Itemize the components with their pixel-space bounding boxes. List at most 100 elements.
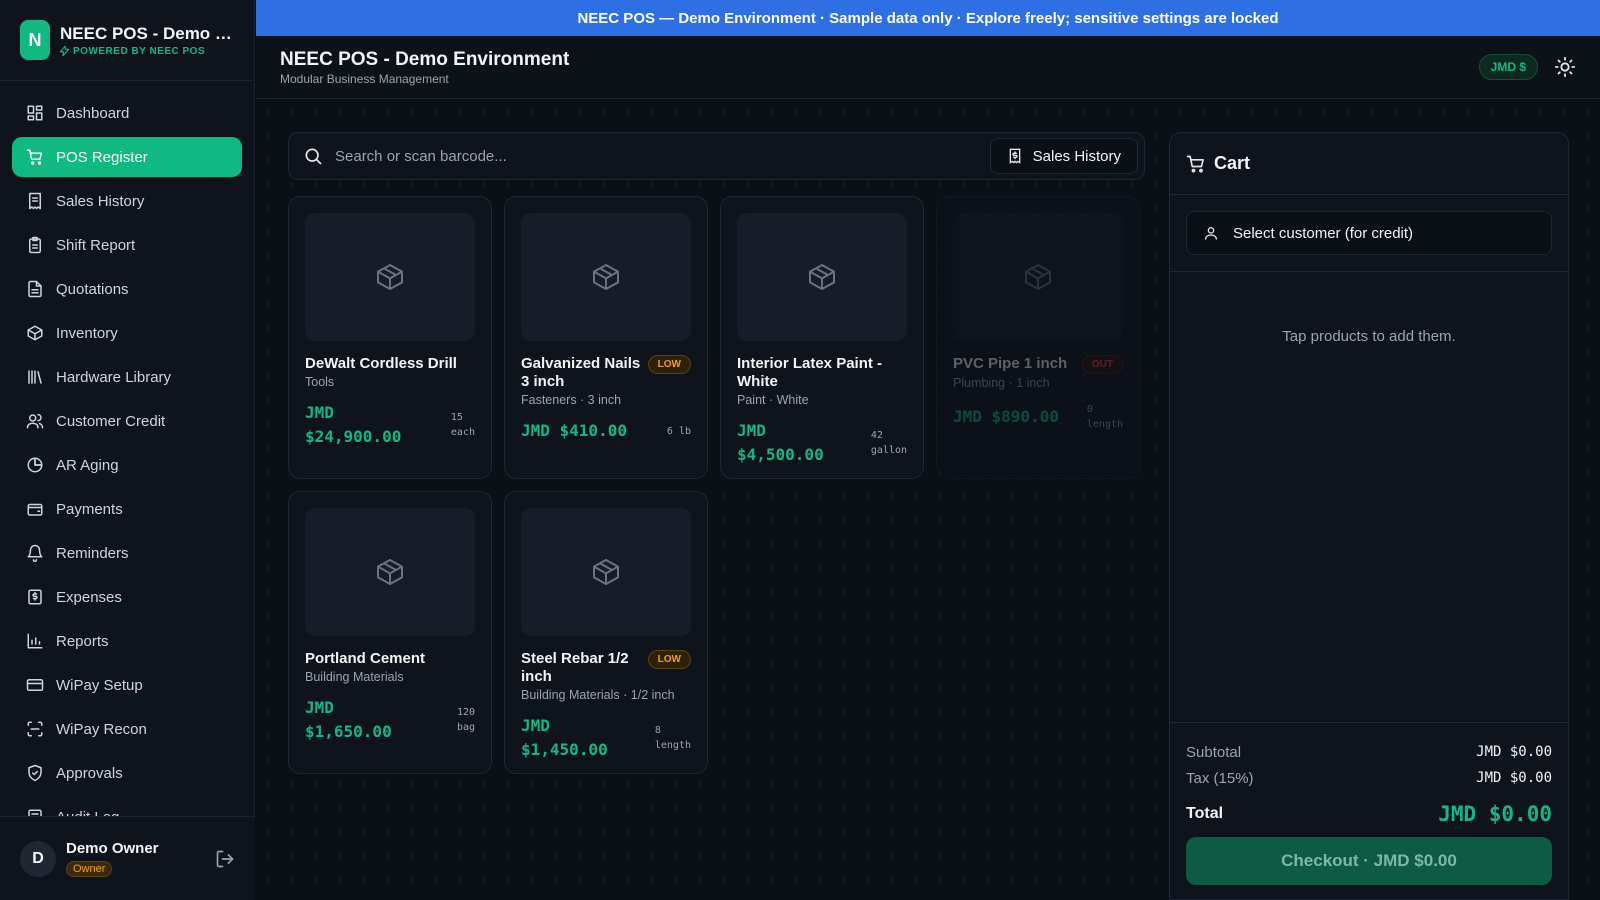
- package-icon: [809, 264, 835, 290]
- package-icon: [26, 324, 44, 342]
- sidebar: N NEEC POS - Demo Environment POWERED BY…: [0, 0, 255, 900]
- product-card[interactable]: Steel Rebar 1/2 inch LOW Building Material…: [504, 491, 708, 774]
- package-icon: [1025, 264, 1051, 290]
- library-icon: [26, 368, 44, 386]
- pie-chart-icon: [26, 456, 44, 474]
- product-price: JMD $1,450.00: [521, 716, 608, 759]
- sidebar-item-dashboard[interactable]: Dashboard: [12, 93, 242, 133]
- document-icon: [26, 280, 44, 298]
- product-name: Interior Latex Paint - White: [737, 355, 883, 390]
- product-category: Building Materials · 1/2 inch: [521, 688, 675, 702]
- tax-label: Tax (15%): [1186, 769, 1254, 787]
- product-card[interactable]: Portland Cement Building Materials JMD $1,6…: [288, 491, 492, 774]
- product-card[interactable]: DeWalt Cordless Drill Tools JMD $24,900.00 1…: [288, 196, 492, 479]
- cart-panel: Cart Select customer (for credit) Tap pr…: [1169, 132, 1569, 900]
- subtotal-label: Subtotal: [1186, 743, 1242, 761]
- sidebar-item-label: WiPay Setup: [56, 676, 143, 694]
- sidebar-item-reminders[interactable]: Reminders: [12, 533, 242, 573]
- product-card[interactable]: PVC Pipe 1 inch OUT Plumbing · 1 inch JMD $…: [936, 196, 1140, 479]
- sidebar-item-customer-credit[interactable]: Customer Credit: [12, 401, 242, 441]
- sidebar-item-shift-report[interactable]: Shift Report: [12, 225, 242, 265]
- receipt-icon: [26, 192, 44, 210]
- stock-badge: LOW: [647, 355, 691, 374]
- header: NEEC POS - Demo Environment Modular Busi…: [256, 36, 1600, 99]
- credit-card-icon: [26, 676, 44, 694]
- sidebar-item-payments[interactable]: Payments: [12, 489, 242, 529]
- users-icon: [26, 412, 44, 430]
- brand[interactable]: N NEEC POS - Demo Environment POWERED BY…: [0, 0, 254, 81]
- demo-banner: NEEC POS — Demo Environment · Sample dat…: [256, 0, 1600, 36]
- brand-title: NEEC POS - Demo Environment: [60, 23, 232, 43]
- sales-history-button[interactable]: Sales History: [989, 138, 1138, 174]
- avatar[interactable]: D: [20, 840, 56, 877]
- sun-icon[interactable]: [1554, 56, 1576, 78]
- product-name: DeWalt Cordless Drill: [305, 355, 457, 372]
- bar-chart-icon: [26, 632, 44, 650]
- sidebar-item-label: Sales History: [56, 192, 145, 210]
- page-subtitle: Modular Business Management: [280, 71, 449, 86]
- user-icon: [1205, 227, 1217, 240]
- tax-value: JMD $0.00: [1476, 770, 1552, 786]
- receipt-icon: [1009, 148, 1020, 164]
- product-category: Tools: [305, 375, 335, 389]
- select-customer-button[interactable]: Select customer (for credit): [1186, 211, 1552, 255]
- sidebar-item-label: Reports: [56, 632, 109, 650]
- search-bar: Sales History: [288, 132, 1145, 180]
- sidebar-item-sales-history[interactable]: Sales History: [12, 181, 242, 221]
- sidebar-nav: Dashboard POS Register Sales History Shift …: [0, 81, 254, 816]
- product-category: Fasteners · 3 inch: [521, 393, 622, 407]
- sidebar-item-label: Quotations: [56, 280, 129, 298]
- product-card[interactable]: Galvanized Nails 3 inch LOW Fasteners · 3 …: [504, 196, 708, 479]
- product-card[interactable]: Interior Latex Paint - White Paint · Whit…: [720, 196, 924, 479]
- bell-icon: [26, 544, 44, 562]
- product-stock-qty: 42 gallon: [870, 430, 907, 456]
- clipboard-icon: [26, 236, 44, 254]
- lightning-icon: [60, 46, 69, 56]
- product-price: JMD $1,650.00: [305, 698, 392, 741]
- cart-empty-message: Tap products to add them.: [1282, 328, 1456, 345]
- product-image-placeholder: [305, 508, 475, 636]
- checkout-button[interactable]: Checkout · JMD $0.00: [1186, 837, 1552, 885]
- cart-title: Cart: [1214, 153, 1251, 173]
- subtotal-value: JMD $0.00: [1476, 744, 1552, 760]
- search-input[interactable]: [335, 147, 990, 165]
- product-category: Paint · White: [737, 393, 809, 407]
- total-label: Total: [1186, 805, 1224, 822]
- dashboard-icon: [26, 104, 44, 122]
- currency-badge[interactable]: JMD $: [1478, 54, 1538, 80]
- sidebar-item-wipay-recon[interactable]: WiPay Recon: [12, 709, 242, 749]
- dollar-receipt-icon: [26, 588, 44, 606]
- search-icon: [305, 148, 322, 165]
- sidebar-item-hardware-library[interactable]: Hardware Library: [12, 357, 242, 397]
- sidebar-item-inventory[interactable]: Inventory: [12, 313, 242, 353]
- product-stock-qty: 120 bag: [456, 707, 475, 733]
- sidebar-item-audit-log[interactable]: Audit Log: [12, 797, 242, 816]
- sidebar-item-quotations[interactable]: Quotations: [12, 269, 242, 309]
- sidebar-item-expenses[interactable]: Expenses: [12, 577, 242, 617]
- stock-badge: LOW: [647, 650, 691, 669]
- logout-icon[interactable]: [215, 849, 235, 869]
- brand-logo: N: [20, 20, 50, 60]
- sidebar-item-label: Shift Report: [56, 236, 136, 254]
- sidebar-item-ar-aging[interactable]: AR Aging: [12, 445, 242, 485]
- package-icon: [377, 264, 403, 290]
- sidebar-item-label: Dashboard: [56, 104, 130, 122]
- sidebar-item-label: Audit Log: [56, 809, 119, 817]
- package-icon: [593, 264, 619, 290]
- sidebar-item-pos-register[interactable]: POS Register: [12, 137, 242, 177]
- package-icon: [593, 559, 619, 585]
- product-name: PVC Pipe 1 inch: [953, 355, 1068, 372]
- sidebar-item-approvals[interactable]: Approvals: [12, 753, 242, 793]
- product-category: Plumbing · 1 inch: [953, 376, 1050, 390]
- product-name: Portland Cement: [305, 650, 426, 667]
- sidebar-item-reports[interactable]: Reports: [12, 621, 242, 661]
- product-image-placeholder: [953, 213, 1123, 341]
- sidebar-item-label: WiPay Recon: [56, 720, 147, 738]
- product-grid: DeWalt Cordless Drill Tools JMD $24,900.00 1…: [288, 196, 1145, 774]
- sidebar-item-label: Customer Credit: [56, 412, 166, 430]
- product-price: JMD $890.00: [953, 407, 1059, 426]
- page-title: NEEC POS - Demo Environment: [280, 48, 570, 70]
- product-image-placeholder: [521, 508, 691, 636]
- cart-icon: [26, 148, 44, 166]
- sidebar-item-wipay-setup[interactable]: WiPay Setup: [12, 665, 242, 705]
